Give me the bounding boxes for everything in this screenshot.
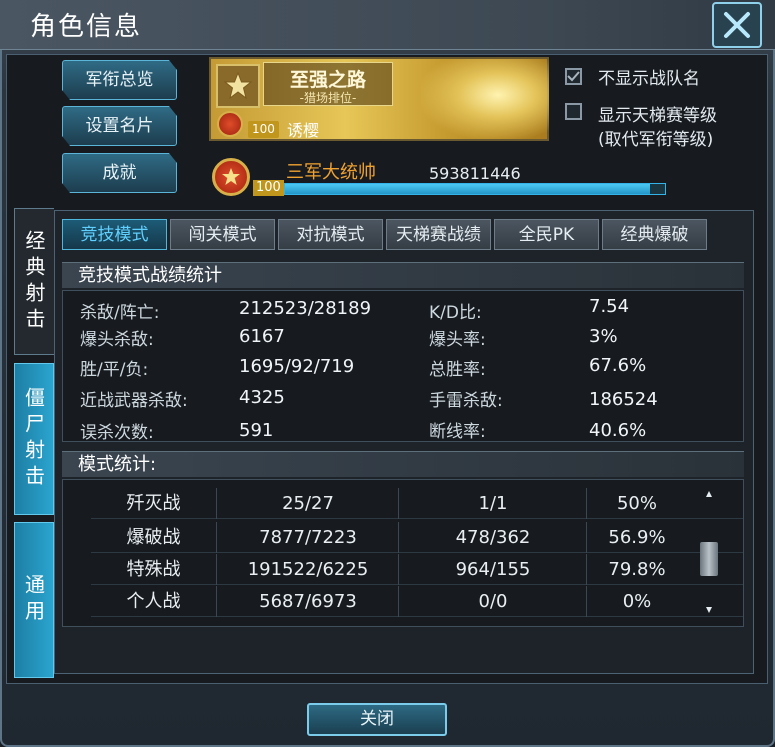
banner-title: 至强之路 <box>289 69 366 91</box>
mode-name: 歼灭战 <box>126 493 181 514</box>
tab-competitive-mode[interactable]: 竞技模式 <box>62 219 167 250</box>
scroll-down-icon[interactable] <box>705 606 713 614</box>
mode-rate: 50% <box>586 488 687 519</box>
show-ladder-level-checkbox[interactable] <box>565 103 582 120</box>
achievements-button[interactable]: 成就 <box>62 153 177 193</box>
stat-value: 3% <box>589 326 618 347</box>
stat-value: 4325 <box>239 387 285 408</box>
mode-rate: 56.9% <box>586 522 687 553</box>
stat-label: 断线率: <box>429 422 486 442</box>
hide-team-name-label: 不显示战队名 <box>598 69 700 89</box>
mode-kills: 25/27 <box>216 488 399 519</box>
stat-label: 杀敌/阵亡: <box>80 303 160 323</box>
tab-versus-mode[interactable]: 对抗模式 <box>278 219 383 250</box>
tab-zombie-shooting[interactable]: 僵尸射击 <box>14 363 54 515</box>
stat-value: 40.6% <box>589 420 647 441</box>
stat-label: 爆头杀敌: <box>80 330 154 350</box>
stat-value: 591 <box>239 420 274 441</box>
name-card-banner[interactable]: 至强之路 -猎场排位- 100 诱樱 <box>209 57 549 141</box>
close-icon[interactable] <box>712 2 762 48</box>
rank-title: 三军大统帅 <box>286 162 376 183</box>
scroll-thumb[interactable] <box>700 542 718 576</box>
stat-value: 1695/92/719 <box>239 356 355 377</box>
stat-value: 7.54 <box>589 296 630 317</box>
table-row: 歼灭战 25/27 1/1 50% <box>91 488 743 519</box>
stat-label: K/D比: <box>429 303 482 323</box>
set-card-button[interactable]: 设置名片 <box>62 106 177 146</box>
stat-value: 212523/28189 <box>239 298 372 319</box>
show-ladder-level-label: 显示天梯赛等级 <box>598 106 717 126</box>
stat-label: 误杀次数: <box>80 423 154 443</box>
banner-subtitle: -猎场排位- <box>299 91 357 105</box>
mode-record: 964/155 <box>398 554 587 585</box>
stat-value: 186524 <box>589 389 658 410</box>
stat-value: 67.6% <box>589 355 647 376</box>
stats-heading: 竞技模式战绩统计 <box>62 262 744 288</box>
tab-classic-demolition[interactable]: 经典爆破 <box>602 219 707 250</box>
table-row: 特殊战 191522/6225 964/155 79.8% <box>91 554 743 585</box>
banner-title-box: 至强之路 -猎场排位- <box>263 62 393 106</box>
mode-stats-heading: 模式统计: <box>62 451 744 477</box>
mode-record: 0/0 <box>398 586 587 617</box>
banner-player-name: 诱樱 <box>287 121 320 140</box>
table-row: 个人战 5687/6973 0/0 0% <box>91 586 743 617</box>
rank-progress-bar <box>284 183 666 195</box>
close-button[interactable]: 关闭 <box>307 703 447 736</box>
mode-record: 1/1 <box>398 488 587 519</box>
show-ladder-level-note: (取代军衔等级) <box>598 130 714 150</box>
stat-value: 6167 <box>239 326 285 347</box>
hide-team-name-checkbox[interactable] <box>565 68 582 85</box>
mode-rate: 79.8% <box>586 554 687 585</box>
tab-all-pk[interactable]: 全民PK <box>494 219 599 250</box>
mode-name: 爆破战 <box>126 527 181 548</box>
tab-challenge-mode[interactable]: 闯关模式 <box>170 219 275 250</box>
rank-medal-icon <box>217 111 243 137</box>
rank-overview-button[interactable]: 军衔总览 <box>62 60 177 100</box>
rank-progress-fill <box>285 184 650 194</box>
mode-kills: 191522/6225 <box>216 554 399 585</box>
mode-kills: 5687/6973 <box>216 586 399 617</box>
star-emblem-icon <box>216 64 260 108</box>
stat-label: 总胜率: <box>429 360 486 380</box>
mode-rate: 0% <box>586 586 687 617</box>
stat-label: 胜/平/负: <box>80 360 149 380</box>
table-row: 爆破战 7877/7223 478/362 56.9% <box>91 522 743 553</box>
mode-name: 个人战 <box>126 591 181 612</box>
rank-level: 100 <box>253 180 284 196</box>
mode-record: 478/362 <box>398 522 587 553</box>
mode-kills: 7877/7223 <box>216 522 399 553</box>
stat-label: 近战武器杀敌: <box>80 391 188 411</box>
tab-ladder-record[interactable]: 天梯赛战绩 <box>386 219 491 250</box>
window-title: 角色信息 <box>30 12 143 42</box>
tab-classic-shooting[interactable]: 经典射击 <box>14 208 54 355</box>
rank-badge-icon <box>212 158 250 196</box>
tab-general[interactable]: 通用 <box>14 522 54 678</box>
scroll-up-icon[interactable] <box>705 490 713 498</box>
banner-level: 100 <box>248 121 279 138</box>
mode-stats-table: 歼灭战 25/27 1/1 50% 爆破战 7877/7223 478/362 … <box>62 479 744 627</box>
stat-label: 手雷杀敌: <box>429 391 503 411</box>
mode-name: 特殊战 <box>126 559 181 580</box>
stat-label: 爆头率: <box>429 330 486 350</box>
player-id: 593811446 <box>429 164 521 183</box>
banner-figure-art <box>421 59 549 139</box>
title-bar: 角色信息 <box>0 0 775 50</box>
